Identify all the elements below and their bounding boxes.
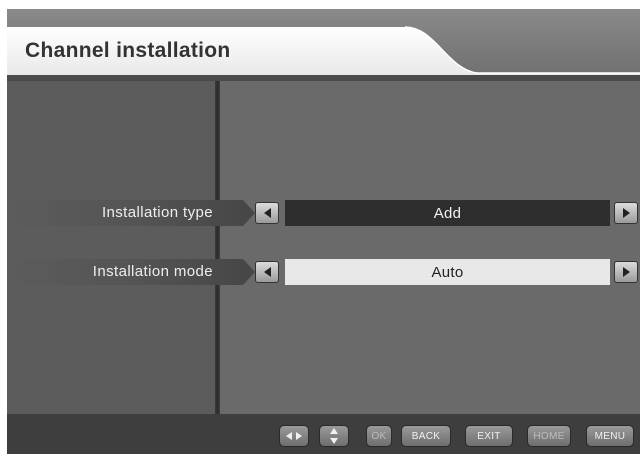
exit-button[interactable]: EXIT xyxy=(465,425,513,447)
footer-bar: OK BACK EXIT HOME MENU xyxy=(7,414,640,454)
pointer-arrow-icon xyxy=(243,259,255,285)
page-title: Channel installation xyxy=(25,39,231,62)
left-arrow-icon xyxy=(263,267,271,277)
right-arrow-icon xyxy=(622,267,630,277)
left-arrow-icon xyxy=(263,208,271,218)
header-bar: Channel installation xyxy=(7,9,640,81)
menu-button[interactable]: MENU xyxy=(586,425,634,447)
installation-mode-prev-button[interactable] xyxy=(255,261,279,283)
installation-type-label: Installation type xyxy=(101,204,213,221)
ok-button[interactable]: OK xyxy=(366,425,392,447)
left-right-nav-button[interactable] xyxy=(279,425,309,447)
right-pane xyxy=(220,81,640,414)
back-button[interactable]: BACK xyxy=(401,425,451,447)
installation-type-next-button[interactable] xyxy=(614,202,638,224)
installation-mode-selector[interactable]: Auto xyxy=(255,259,638,285)
left-right-arrows-icon xyxy=(286,432,302,440)
installation-mode-next-button[interactable] xyxy=(614,261,638,283)
installation-mode-label: Installation mode xyxy=(92,263,213,280)
pointer-arrow-icon xyxy=(243,200,255,226)
installation-mode-label-bar: Installation mode xyxy=(7,259,255,285)
installation-type-label-bar: Installation type xyxy=(7,200,255,226)
installation-mode-value: Auto xyxy=(285,259,610,285)
installation-type-prev-button[interactable] xyxy=(255,202,279,224)
left-pane xyxy=(7,81,215,414)
right-arrow-icon xyxy=(622,208,630,218)
up-down-arrows-icon xyxy=(330,428,338,444)
installation-type-value: Add xyxy=(285,200,610,226)
tv-menu-screen: Channel installation Installation type A… xyxy=(7,9,640,454)
up-down-nav-button[interactable] xyxy=(319,425,349,447)
home-button[interactable]: HOME xyxy=(527,425,571,447)
installation-type-selector[interactable]: Add xyxy=(255,200,638,226)
